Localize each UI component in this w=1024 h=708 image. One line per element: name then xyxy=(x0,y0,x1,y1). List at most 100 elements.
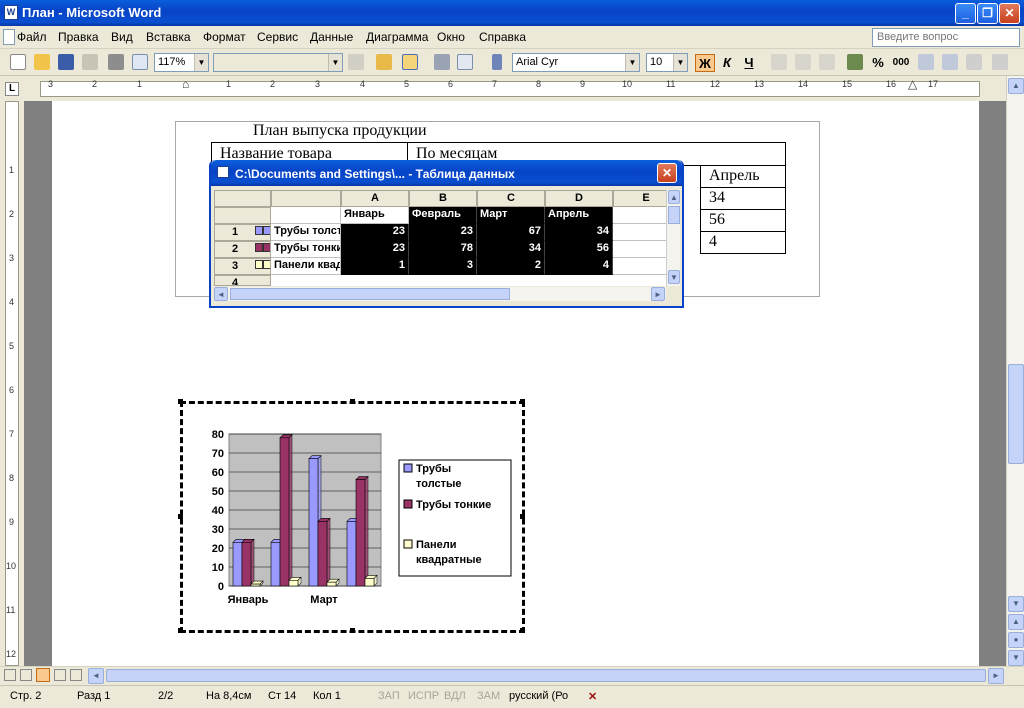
datasheet-cell[interactable]: Трубы тонкие xyxy=(271,241,341,258)
datasheet-cell[interactable]: 34 xyxy=(477,241,545,258)
import-file-icon[interactable] xyxy=(376,54,392,70)
minimize-button[interactable]: _ xyxy=(955,3,976,24)
right-indent-icon[interactable]: △ xyxy=(908,77,917,91)
print-layout-view-icon[interactable] xyxy=(36,668,50,682)
increase-decimal-icon[interactable] xyxy=(918,54,934,70)
datasheet-cell[interactable]: 23 xyxy=(409,224,477,241)
new-document-icon[interactable] xyxy=(10,54,26,70)
menu-window[interactable]: Окно xyxy=(437,30,465,44)
scroll-up-icon[interactable]: ▲ xyxy=(668,190,680,204)
scroll-thumb[interactable] xyxy=(230,288,510,300)
browse-object-icon[interactable]: ● xyxy=(1008,632,1024,648)
bold-button[interactable]: Ж xyxy=(695,54,715,72)
datasheet-cell[interactable]: Январь xyxy=(341,207,409,224)
scroll-left-icon[interactable]: ◄ xyxy=(214,287,228,301)
datasheet-cell[interactable]: 23 xyxy=(341,224,409,241)
tab-selector-icon[interactable]: L xyxy=(5,82,19,96)
datasheet-cell[interactable]: 56 xyxy=(545,241,613,258)
angle-text-down-icon[interactable] xyxy=(992,54,1008,70)
datasheet-cell[interactable]: 23 xyxy=(341,241,409,258)
bar-chart[interactable]: 80 70 60 50 40 30 20 10 0 Январь Март Трубы толстые Т… xyxy=(183,404,522,630)
print-icon[interactable] xyxy=(108,54,124,70)
scroll-left-icon[interactable]: ◄ xyxy=(88,668,104,684)
status-ext[interactable]: ВДЛ xyxy=(444,690,466,702)
datasheet-cell[interactable]: 1 xyxy=(341,258,409,275)
status-rec[interactable]: ЗАП xyxy=(378,690,400,702)
close-button[interactable]: ✕ xyxy=(999,3,1020,24)
row-header[interactable]: 4 xyxy=(214,275,271,286)
column-header-b[interactable]: B xyxy=(409,190,477,207)
vertical-ruler[interactable]: 1 2 3 4 5 6 7 8 9 10 11 12 xyxy=(0,101,24,666)
datasheet-cell[interactable]: Панели квадратные xyxy=(271,258,341,275)
scroll-down-icon[interactable]: ▼ xyxy=(1008,596,1024,612)
datasheet-hscroll[interactable]: ◄ ► xyxy=(214,287,666,301)
scroll-thumb[interactable] xyxy=(668,206,680,224)
menu-edit[interactable]: Правка xyxy=(58,30,99,44)
currency-style-icon[interactable] xyxy=(847,54,863,70)
column-header-a[interactable]: A xyxy=(341,190,409,207)
angle-text-icon[interactable] xyxy=(966,54,982,70)
outline-view-icon[interactable] xyxy=(54,669,66,681)
percent-style-icon[interactable]: % xyxy=(868,54,888,72)
view-datasheet-icon[interactable] xyxy=(402,54,418,70)
row-header[interactable]: 1 xyxy=(214,224,271,241)
menu-data[interactable]: Данные xyxy=(310,30,353,44)
scroll-right-icon[interactable]: ► xyxy=(988,668,1004,684)
menu-chart[interactable]: Диаграмма xyxy=(366,30,428,44)
italic-button[interactable]: К xyxy=(717,54,737,72)
column-header-c[interactable]: C xyxy=(477,190,545,207)
font-size-select[interactable]: 10 ▼ xyxy=(646,53,688,72)
next-page-icon[interactable]: ▼ xyxy=(1008,650,1024,666)
table-cell[interactable]: 34 xyxy=(700,187,786,210)
copy-icon[interactable] xyxy=(457,54,473,70)
datasheet-vscroll[interactable]: ▲ ▼ xyxy=(666,190,680,286)
row-header[interactable]: 2 xyxy=(214,241,271,258)
menu-tools[interactable]: Сервис xyxy=(257,30,298,44)
font-select[interactable]: Arial Cyr ▼ xyxy=(512,53,640,72)
open-folder-icon[interactable] xyxy=(34,54,50,70)
column-header-d[interactable]: D xyxy=(545,190,613,207)
permission-icon[interactable] xyxy=(82,54,98,70)
datasheet-cell[interactable]: 3 xyxy=(409,258,477,275)
datasheet-grid[interactable]: A B C D E Январь Февраль Март Апрель 1 Т… xyxy=(214,190,679,286)
document-hscroll[interactable]: ◄ ► xyxy=(0,666,1024,684)
align-center-icon[interactable] xyxy=(795,54,811,70)
row-header[interactable]: 3 xyxy=(214,258,271,275)
datasheet-cell[interactable]: Февраль xyxy=(409,207,477,224)
datasheet-cell[interactable]: Апрель xyxy=(545,207,613,224)
datasheet-close-button[interactable]: ✕ xyxy=(657,163,677,183)
datasheet-cell[interactable]: 78 xyxy=(409,241,477,258)
status-trk[interactable]: ИСПР xyxy=(408,690,439,702)
spelling-status-icon[interactable]: ✕ xyxy=(588,690,597,703)
menu-insert[interactable]: Вставка xyxy=(146,30,191,44)
word-icon[interactable]: W xyxy=(4,5,18,20)
scroll-down-icon[interactable]: ▼ xyxy=(668,270,680,284)
scroll-right-icon[interactable]: ► xyxy=(651,287,665,301)
save-icon[interactable] xyxy=(58,54,74,70)
datasheet-cell[interactable]: Март xyxy=(477,207,545,224)
align-left-icon[interactable] xyxy=(771,54,787,70)
menu-help[interactable]: Справка xyxy=(479,30,526,44)
table-cell[interactable]: 56 xyxy=(700,209,786,232)
table-cell-april[interactable]: Апрель xyxy=(700,165,786,188)
datasheet-cell[interactable]: 4 xyxy=(545,258,613,275)
datasheet-cell[interactable]: Трубы толстые xyxy=(271,224,341,241)
decrease-decimal-icon[interactable] xyxy=(942,54,958,70)
zoom-select[interactable]: 117% ▼ xyxy=(154,53,209,72)
align-right-icon[interactable] xyxy=(819,54,835,70)
format-object-icon[interactable] xyxy=(348,54,364,70)
ask-question-input[interactable]: Введите вопрос xyxy=(872,28,1020,47)
previous-page-icon[interactable]: ▲ xyxy=(1008,614,1024,630)
scroll-thumb[interactable] xyxy=(106,669,986,682)
chart-object[interactable]: 80 70 60 50 40 30 20 10 0 Январь Март Трубы толстые Т… xyxy=(178,399,525,633)
menu-file[interactable]: Файл xyxy=(17,30,47,44)
datasheet-window[interactable]: C:\Documents and Settings\... - Таблица … xyxy=(209,160,684,308)
menu-format[interactable]: Формат xyxy=(203,30,246,44)
reading-view-icon[interactable] xyxy=(70,669,82,681)
underline-button[interactable]: Ч xyxy=(739,54,759,72)
normal-view-icon[interactable] xyxy=(4,669,16,681)
horizontal-ruler[interactable]: L 3 2 1 ⌂ 1 2 3 4 5 6 7 8 9 10 11 12 13 … xyxy=(0,77,1024,101)
datasheet-cell[interactable]: 2 xyxy=(477,258,545,275)
datasheet-cell[interactable]: 34 xyxy=(545,224,613,241)
web-view-icon[interactable] xyxy=(20,669,32,681)
